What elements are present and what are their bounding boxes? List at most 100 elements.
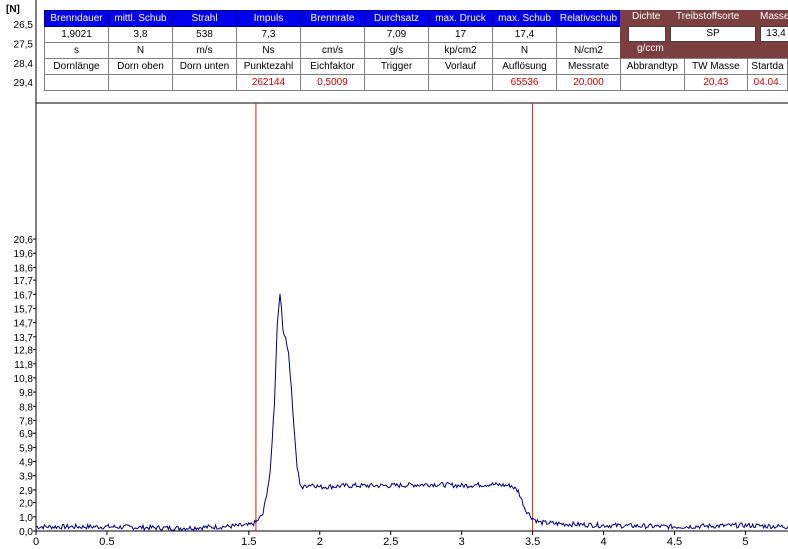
- cell-relativschub: [556, 26, 621, 43]
- x-tick-label: 0: [33, 536, 39, 548]
- y-tick-label: 17,7: [14, 276, 34, 287]
- y-tick-label: 3,9: [19, 472, 33, 483]
- col-impuls[interactable]: Impuls: [236, 10, 301, 27]
- col-brenndauer[interactable]: Brenndauer: [44, 10, 109, 27]
- thrust-series-line: [35, 293, 788, 532]
- y-tick-label: 8,8: [19, 402, 33, 413]
- col-dorn-unten[interactable]: Dorn unten: [172, 58, 237, 75]
- cell-tw-masse: 20,43: [683, 74, 749, 91]
- masse-field[interactable]: 13,4: [760, 26, 788, 42]
- cell-impuls: 7,3: [236, 26, 301, 43]
- dichte-label: Dichte: [632, 11, 661, 22]
- cell-startdatum: 04.04.: [747, 74, 788, 91]
- unit-brennrate: cm/s: [300, 42, 365, 59]
- y-tick-label: 18,6: [14, 263, 34, 274]
- col-mittl-schub[interactable]: mittl. Schub: [108, 10, 173, 27]
- x-tick-label: 4: [600, 536, 606, 548]
- table-header-row-2: Dornlänge Dorn oben Dorn unten Punktezah…: [44, 58, 621, 75]
- y-tick-label: 6,9: [19, 429, 33, 440]
- y-tick-label: 0,0: [19, 527, 33, 538]
- y-tick-label: 29,4: [14, 78, 34, 89]
- cell-mittl-schub: 3,8: [108, 26, 173, 43]
- col-durchsatz[interactable]: Durchsatz: [364, 10, 429, 27]
- y-tick-label: 12,8: [14, 346, 34, 357]
- col-trigger[interactable]: Trigger: [364, 58, 429, 75]
- y-tick-label: 9,8: [19, 388, 33, 399]
- y-tick-label: 11,8: [14, 360, 33, 371]
- y-tick-label: 1,0: [19, 513, 33, 524]
- table-unit-row: s N m/s Ns cm/s g/s kp/cm2 N N/cm2: [44, 42, 621, 59]
- y-tick-label: 10,8: [14, 374, 34, 385]
- y-tick-label: 20,6: [14, 235, 34, 246]
- unit-strahl: m/s: [172, 42, 237, 59]
- cell-brennrate: [300, 26, 365, 43]
- unit-max-druck: kp/cm2: [428, 42, 493, 59]
- col-relativschub[interactable]: Relativschub: [556, 10, 621, 27]
- cell-trigger: [364, 74, 429, 91]
- propellant-panel: Dichte Treibstoffsorte Masse SP 13,4 g/c…: [620, 10, 788, 58]
- col-brennrate[interactable]: Brennrate: [300, 10, 365, 27]
- cell-aufloesung: 65536: [492, 74, 557, 91]
- cell-max-druck: 17: [428, 26, 493, 43]
- x-tick-label: 2: [317, 536, 323, 548]
- col-dorn-oben[interactable]: Dorn oben: [108, 58, 173, 75]
- y-tick-label: 13,7: [14, 333, 34, 344]
- cell-brenndauer: 1,9021: [44, 26, 109, 43]
- y-tick-label: 19,6: [14, 249, 34, 260]
- unit-impuls: Ns: [236, 42, 301, 59]
- table-value-row-3: 20,43 04.04.: [620, 74, 788, 91]
- col-max-schub[interactable]: max. Schub: [492, 10, 557, 27]
- unit-max-schub: N: [492, 42, 557, 59]
- y-tick-label: 4,9: [19, 458, 33, 469]
- unit-brenndauer: s: [44, 42, 109, 59]
- dichte-unit: g/ccm: [637, 43, 664, 54]
- y-tick-label: 2,9: [19, 486, 33, 497]
- x-tick-label: 3: [459, 536, 465, 548]
- table-value-row: 1,9021 3,8 538 7,3 7,09 17 17,4: [44, 26, 621, 43]
- y-tick-label: 5,9: [19, 443, 33, 454]
- col-startdatum[interactable]: Startda: [747, 58, 788, 75]
- cell-strahl: 538: [172, 26, 237, 43]
- y-axis-label: [N]: [6, 4, 20, 15]
- unit-durchsatz: g/s: [364, 42, 429, 59]
- col-strahl[interactable]: Strahl: [172, 10, 237, 27]
- treibstoffsorte-field[interactable]: SP: [670, 26, 756, 42]
- col-tw-masse[interactable]: TW Masse: [683, 58, 749, 75]
- cell-max-schub: 17,4: [492, 26, 557, 43]
- table-value-row-2: 262144 0,5009 65536 20,000: [44, 74, 621, 91]
- col-vorlauf[interactable]: Vorlauf: [428, 58, 493, 75]
- x-tick-label: 1.5: [241, 536, 256, 548]
- col-eichfaktor[interactable]: Eichfaktor: [300, 58, 365, 75]
- col-abbrandtyp[interactable]: Abbrandtyp: [620, 58, 685, 75]
- y-tick-label: 15,7: [14, 304, 34, 315]
- col-punktezahl[interactable]: Punktezahl: [236, 58, 301, 75]
- unit-relativschub: N/cm2: [556, 42, 621, 59]
- y-tick-label: 26,5: [14, 20, 34, 31]
- y-tick-label: 16,7: [14, 290, 34, 301]
- col-aufloesung[interactable]: Auflösung: [492, 58, 557, 75]
- x-tick-label: 0.5: [99, 536, 114, 548]
- y-tick-label: 28,4: [14, 59, 34, 70]
- y-tick-label: 2,0: [19, 499, 33, 510]
- dichte-field[interactable]: [628, 26, 666, 42]
- series-layer: [35, 293, 788, 532]
- cell-dorn-unten: [172, 74, 237, 91]
- unit-mittl-schub: N: [108, 42, 173, 59]
- cell-messrate: 20,000: [556, 74, 621, 91]
- propellant-table: Abbrandtyp TW Masse Startda 20,43 04.04.: [620, 58, 788, 91]
- x-tick-label: 2.5: [383, 536, 398, 548]
- table-header-row: Brenndauer mittl. Schub Strahl Impuls Br…: [44, 10, 621, 27]
- cell-vorlauf: [428, 74, 493, 91]
- cell-dornlaenge: [44, 74, 109, 91]
- y-tick-label: 7,8: [19, 416, 33, 427]
- cell-abbrandtyp: [620, 74, 685, 91]
- col-dornlaenge[interactable]: Dornlänge: [44, 58, 109, 75]
- treibstoffsorte-label: Treibstoffsorte: [676, 11, 740, 22]
- axis-labels: 0,0 1,0 2,0 2,9 3,9 4,9 5,9 6,9 7,8 8,8 9,8 10,8 11,…: [14, 20, 749, 548]
- cell-durchsatz: 7,09: [364, 26, 429, 43]
- y-tick-label: 27,5: [14, 39, 34, 50]
- col-messrate[interactable]: Messrate: [556, 58, 621, 75]
- col-max-druck[interactable]: max. Druck: [428, 10, 493, 27]
- table-header-row-3: Abbrandtyp TW Masse Startda: [620, 58, 788, 75]
- y-tick-label: 14,7: [14, 319, 34, 330]
